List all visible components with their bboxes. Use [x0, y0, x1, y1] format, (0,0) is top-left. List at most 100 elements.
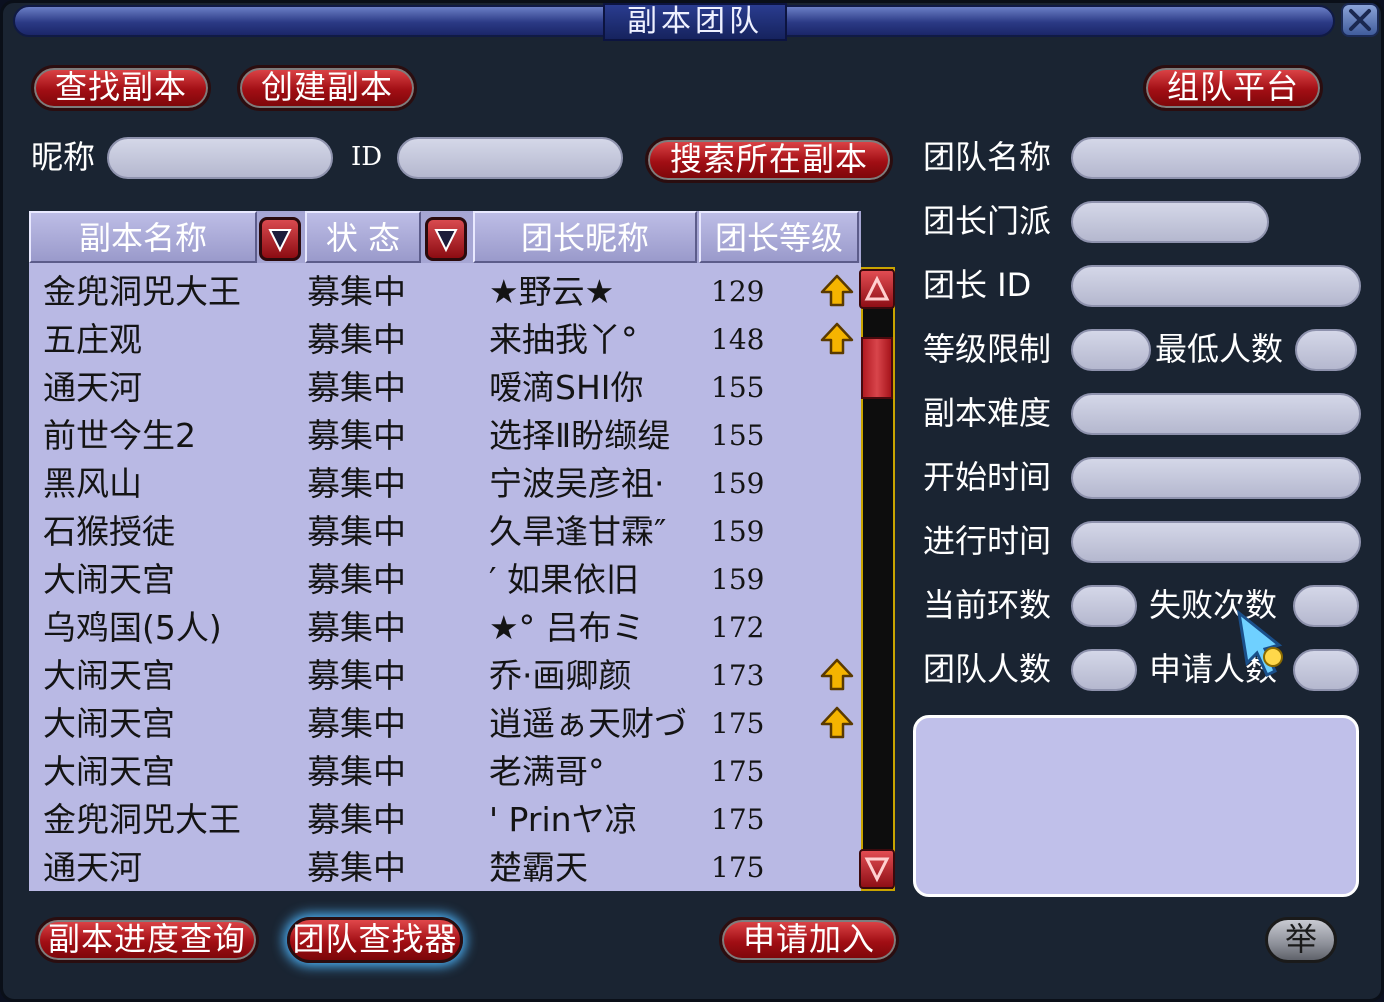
leader-level-cell: 148 [711, 323, 765, 356]
nickname-input[interactable] [107, 137, 333, 179]
table-row[interactable]: 大闹天宫 募集中 ′ 如果依旧 159 [29, 555, 861, 603]
start-time-label: 开始时间 [923, 458, 1052, 496]
dungeon-name-cell: 金兜洞兕大王 [43, 272, 241, 311]
table-row[interactable]: 大闹天宫 募集中 老满哥° 175 [29, 747, 861, 795]
elapsed-time-label: 进行时间 [923, 522, 1052, 560]
status-cell: 募集中 [307, 320, 406, 359]
leader-level-cell: 173 [711, 659, 765, 692]
leader-level-cell: 172 [711, 611, 765, 644]
table-row[interactable]: 前世今生2 募集中 选择Ⅱ盼缬缇 155 [29, 411, 861, 459]
leader-nickname-cell: 宁波吴彦祖· [489, 464, 665, 503]
status-cell: 募集中 [307, 608, 406, 647]
status-cell: 募集中 [307, 272, 406, 311]
status-cell: 募集中 [307, 704, 406, 743]
header-status[interactable]: 状 态 [305, 211, 421, 263]
current-round-field [1071, 585, 1137, 627]
leader-level-cell: 155 [711, 371, 765, 404]
team-finder-button[interactable]: 团队查找器 [287, 917, 463, 963]
table-row[interactable]: 五庄观 募集中 来抽我丫° 148 [29, 315, 861, 363]
dungeon-name-cell: 通天河 [43, 368, 142, 407]
status-cell: 募集中 [307, 752, 406, 791]
leader-nickname-cell: ★° 吕布ミ [489, 608, 645, 647]
leader-nickname-cell: 久旱逢甘霖″ [489, 512, 667, 551]
header-leader-level[interactable]: 团长等级 [699, 211, 859, 263]
status-cell: 募集中 [307, 368, 406, 407]
table-row[interactable]: 金兜洞兕大王 募集中 ★野云★ 129 [29, 267, 861, 315]
apply-join-button[interactable]: 申请加入 [719, 917, 899, 963]
sort-status-button[interactable] [425, 217, 467, 261]
team-dungeon-window: 副本团队 查找副本 创建副本 组队平台 昵称 ID 搜索所在副本 副本名称 状 … [0, 0, 1384, 1002]
table-row[interactable]: 大闹天宫 募集中 乔·画卿颜 173 [29, 651, 861, 699]
leader-level-cell: 159 [711, 515, 765, 548]
scroll-up-icon [864, 275, 890, 301]
status-cell: 募集中 [307, 464, 406, 503]
dungeon-name-cell: 大闹天宫 [43, 704, 175, 743]
table-row[interactable]: 乌鸡国(5人) 募集中 ★° 吕布ミ 172 [29, 603, 861, 651]
up-arrow-icon [820, 274, 854, 307]
leader-nickname-cell: ★野云★ [489, 272, 615, 311]
id-input[interactable] [397, 137, 623, 179]
up-arrow-icon [820, 658, 854, 691]
team-description-box [913, 715, 1359, 897]
level-limit-field [1071, 329, 1151, 371]
window-title: 副本团队 [603, 3, 787, 41]
difficulty-label: 副本难度 [923, 394, 1052, 432]
dungeon-name-cell: 大闹天宫 [43, 656, 175, 695]
find-dungeon-button[interactable]: 查找副本 [31, 65, 211, 111]
leader-nickname-cell: 来抽我丫° [489, 320, 638, 359]
fail-count-field [1293, 585, 1359, 627]
leader-school-field [1071, 201, 1269, 243]
leader-level-cell: 155 [711, 419, 765, 452]
table-row[interactable]: 金兜洞兕大王 募集中 ' Prinヤ凉 175 [29, 795, 861, 843]
leader-nickname-cell: 选择Ⅱ盼缬缇 [489, 416, 671, 455]
sort-name-button[interactable] [259, 217, 301, 261]
leader-nickname-cell: ′ 如果依旧 [489, 560, 639, 599]
status-cell: 募集中 [307, 656, 406, 695]
leader-level-cell: 175 [711, 707, 765, 740]
team-platform-button[interactable]: 组队平台 [1143, 65, 1323, 111]
table-row[interactable]: 黑风山 募集中 宁波吴彦祖· 159 [29, 459, 861, 507]
leader-nickname-cell: 楚霸天 [489, 848, 588, 887]
current-round-label: 当前环数 [923, 586, 1052, 624]
triangle-down-icon [268, 229, 292, 253]
dungeon-name-cell: 大闹天宫 [43, 560, 175, 599]
applicants-field [1293, 649, 1359, 691]
dungeon-name-cell: 大闹天宫 [43, 752, 175, 791]
dungeon-name-cell: 石猴授徒 [43, 512, 175, 551]
header-dungeon-name[interactable]: 副本名称 [29, 211, 257, 263]
scroll-thumb[interactable] [861, 337, 893, 399]
scroll-up-button[interactable] [859, 269, 895, 309]
create-dungeon-button[interactable]: 创建副本 [237, 65, 417, 111]
dungeon-progress-button[interactable]: 副本进度查询 [35, 917, 259, 963]
dungeon-name-cell: 通天河 [43, 848, 142, 887]
table-row[interactable]: 大闹天宫 募集中 逍遥ぁ天财づ 175 [29, 699, 861, 747]
triangle-down-icon [434, 229, 458, 253]
leader-level-cell: 129 [711, 275, 765, 308]
leader-id-field [1071, 265, 1361, 307]
search-dungeon-button[interactable]: 搜索所在副本 [645, 137, 893, 183]
table-row[interactable]: 石猴授徒 募集中 久旱逢甘霖″ 159 [29, 507, 861, 555]
table-header: 副本名称 状 态 团长昵称 团长等级 [29, 211, 861, 263]
close-button[interactable] [1341, 3, 1379, 37]
scroll-down-button[interactable] [859, 849, 895, 889]
close-icon [1349, 9, 1371, 31]
table-row[interactable]: 通天河 募集中 楚霸天 175 [29, 843, 861, 891]
up-arrow-icon [820, 706, 854, 739]
id-label: ID [351, 142, 383, 172]
leader-nickname-cell: 老满哥° [489, 752, 605, 791]
dungeon-name-cell: 黑风山 [43, 464, 142, 503]
leader-level-cell: 159 [711, 563, 765, 596]
dungeon-name-cell: 金兜洞兕大王 [43, 800, 241, 839]
leader-level-cell: 159 [711, 467, 765, 500]
start-time-field [1071, 457, 1361, 499]
nickname-label: 昵称 [31, 138, 96, 176]
difficulty-field [1071, 393, 1361, 435]
up-arrow-icon [820, 322, 854, 355]
leader-nickname-cell: 乔·画卿颜 [489, 656, 632, 695]
header-leader-nickname[interactable]: 团长昵称 [473, 211, 697, 263]
min-members-label: 最低人数 [1155, 330, 1284, 368]
scroll-down-icon [864, 857, 890, 883]
leader-id-label: 团长 ID [923, 266, 1032, 304]
report-button[interactable]: 举 [1265, 917, 1337, 963]
table-row[interactable]: 通天河 募集中 嗳滴SHI你 155 [29, 363, 861, 411]
